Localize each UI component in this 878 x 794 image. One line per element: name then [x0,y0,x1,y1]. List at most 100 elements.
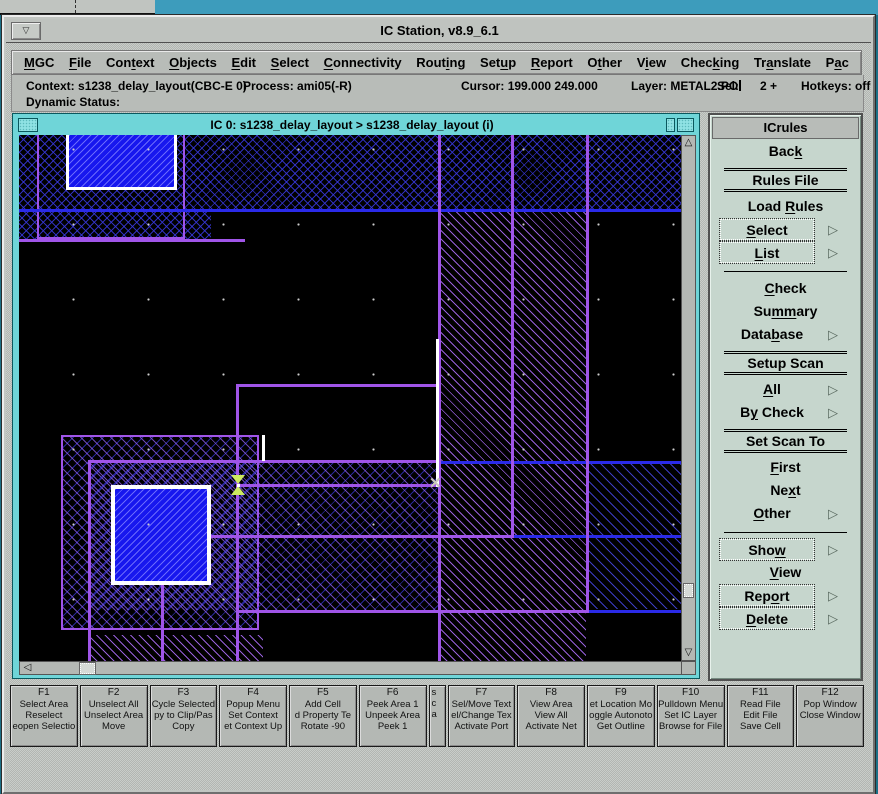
viewport-titlebar: IC 0: s1238_delay_layout > s1238_delay_l… [16,116,696,134]
show-button[interactable]: Show [720,539,814,560]
summary-button[interactable]: Summary [718,301,853,321]
horizontal-scroll-thumb[interactable] [80,663,95,674]
fkey-label: F1 [11,687,77,699]
layout-blue-line-mid1 [438,461,683,464]
layout-purple-vline-235 [236,384,239,661]
menu-other[interactable]: Other [587,55,622,70]
list-button[interactable]: List [720,242,814,263]
fkey-action: Sel/Move Text [449,699,515,710]
layout-blue-line-low [586,610,683,613]
fkey-action: Unpeek Area [360,710,426,721]
all-button[interactable]: All [718,379,826,399]
fkey-f9[interactable]: F9et Location Mooggle AutonotoGet Outlin… [587,685,655,747]
all-submenu-arrow-icon[interactable]: ▷ [828,381,838,398]
menu-view[interactable]: View [637,55,666,70]
report-button[interactable]: Report [720,585,814,606]
fkey-action: et Context Up [220,721,286,732]
fkey-f12[interactable]: F12Pop WindowClose Window [796,685,864,747]
palette-divider [724,271,847,272]
scroll-down-icon[interactable]: ▽ [682,647,695,659]
other-button[interactable]: Other [718,503,826,523]
fkey-f2[interactable]: F2Unselect AllUnselect AreaMove [80,685,148,747]
by-check-submenu-arrow-icon[interactable]: ▷ [828,404,838,421]
fkey-action: Unselect Area [81,710,147,721]
report-submenu-arrow-icon[interactable]: ▷ [828,587,838,604]
menu-report[interactable]: Report [531,55,573,70]
next-button[interactable]: Next [718,480,853,500]
menu-setup[interactable]: Setup [480,55,516,70]
fkey-action: Copy [151,721,217,732]
first-button[interactable]: First [718,457,853,477]
other-submenu-arrow-icon[interactable]: ▷ [828,505,838,522]
menu-checking[interactable]: Checking [681,55,740,70]
delete-submenu-arrow-icon[interactable]: ▷ [828,610,838,627]
fkey-f1[interactable]: F1Select AreaReselecteopen Selectio [10,685,78,747]
scroll-up-icon[interactable]: △ [682,137,695,149]
fkey-action: Get Outline [588,721,654,732]
menu-context[interactable]: Context [106,55,154,70]
fkey-f11[interactable]: F11Read FileEdit FileSave Cell [727,685,795,747]
fkey-f6[interactable]: F6Peek Area 1Unpeek AreaPeek 1 [359,685,427,747]
window-titlebar: ▽ IC Station, v8.9_6.1 [6,19,871,43]
menu-select[interactable]: Select [271,55,309,70]
fkey-action: Reselect [11,710,77,721]
scroll-left-icon[interactable]: ◁ [21,662,34,674]
fkey-f5[interactable]: F5Add Celld Property TeRotate -90 [289,685,357,747]
select-submenu-arrow-icon[interactable]: ▷ [828,221,838,238]
load-rules-button[interactable]: Load Rules [718,196,853,216]
delete-button[interactable]: Delete [720,608,814,629]
menu-translate[interactable]: Translate [754,55,811,70]
view-button[interactable]: View [718,562,853,582]
layout-viewport-window: IC 0: s1238_delay_layout > s1238_delay_l… [12,113,700,679]
palette-header-rules-file: Rules File [724,168,847,192]
menu-edit[interactable]: Edit [231,55,256,70]
menu-routing[interactable]: Routing [416,55,465,70]
database-submenu-arrow-icon[interactable]: ▷ [828,326,838,343]
fkey-sliver[interactable]: sca [429,685,446,747]
fkey-action: Browse for File [658,721,724,732]
status-context: Context: s1238_delay_layout(CBC-E 0) [26,79,247,93]
viewport-menu-button[interactable] [18,118,38,132]
window-menu-icon[interactable]: ▽ [11,22,41,40]
viewport-maximize-button[interactable] [677,118,694,132]
fkey-label: F9 [588,687,654,699]
edit-marker-cross: ✕ [429,476,442,491]
fkey-label: F3 [151,687,217,699]
fkey-action: Edit File [728,710,794,721]
fkey-action: el/Change Tex [449,710,515,721]
fkey-action: c [432,698,445,709]
menu-file[interactable]: File [69,55,91,70]
status-hotkeys: Hotkeys: off [801,79,870,93]
menu-mgc[interactable]: MGC [24,55,54,70]
background-window-divider [75,0,77,13]
fkey-f10[interactable]: F10Pulldown MenuSet IC LayerBrowse for F… [657,685,725,747]
menu-connectivity[interactable]: Connectivity [324,55,402,70]
palette-row-select: Select ▷ [710,219,861,240]
vertical-scrollbar[interactable]: △ ▽ [681,135,696,661]
show-submenu-arrow-icon[interactable]: ▷ [828,541,838,558]
check-button[interactable]: Check [718,278,853,298]
layout-canvas[interactable]: ✕ [19,135,683,661]
by-check-button[interactable]: By Check [718,402,826,422]
menu-objects[interactable]: Objects [169,55,217,70]
layout-purple-vline-510 [511,135,514,538]
palette-row-back: Back [710,141,861,162]
vertical-scroll-thumb[interactable] [684,584,693,597]
fkey-f4[interactable]: F4Popup MenuSet Contextet Context Up [219,685,287,747]
list-submenu-arrow-icon[interactable]: ▷ [828,244,838,261]
status-sel-value: 2 + [760,79,777,93]
back-button[interactable]: Back [718,141,853,161]
database-button[interactable]: Database [718,324,826,344]
fkey-f8[interactable]: F8View AreaView AllActivate Net [517,685,585,747]
ic-station-window: ▽ IC Station, v8.9_6.1 MGC File Context Obj… [2,15,875,794]
palette-row-load-rules: Load Rules [710,196,861,217]
fkey-action: py to Clip/Pas [151,710,217,721]
fkey-action: s [432,687,445,698]
fkey-f3[interactable]: F3Cycle Selectedpy to Clip/PasCopy [150,685,218,747]
viewport-minimize-button[interactable] [666,118,675,132]
fkey-f7[interactable]: F7Sel/Move Textel/Change TexActivate Por… [448,685,516,747]
fkey-action: View Area [518,699,584,710]
menu-pac[interactable]: Pac [826,55,849,70]
horizontal-scrollbar[interactable]: ◁ [19,661,683,675]
select-button[interactable]: Select [720,219,814,240]
